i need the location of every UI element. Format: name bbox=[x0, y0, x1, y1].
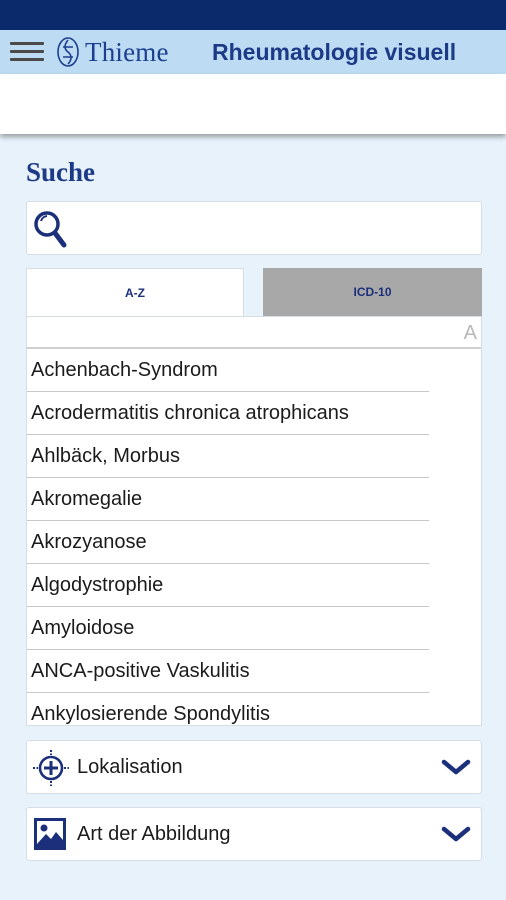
menu-icon[interactable] bbox=[10, 42, 44, 62]
list-item[interactable]: Akromegalie bbox=[27, 478, 429, 521]
abbildung-dropdown[interactable]: Art der Abbildung bbox=[26, 807, 482, 861]
tab-icd-10[interactable]: ICD-10 bbox=[263, 268, 482, 316]
list-item[interactable]: Amyloidose bbox=[27, 607, 429, 650]
thieme-emblem-icon bbox=[57, 37, 79, 67]
crosshair-icon bbox=[33, 750, 69, 786]
list-item[interactable]: Achenbach-Syndrom bbox=[27, 349, 429, 392]
status-bar bbox=[0, 0, 506, 30]
app-title: Rheumatologie visuell bbox=[212, 39, 457, 65]
abbildung-label: Art der Abbildung bbox=[77, 823, 231, 845]
app-bar: Thieme Rheumatologie visuell bbox=[0, 30, 506, 74]
list-item[interactable]: Ankylosierende Spondylitis bbox=[27, 693, 429, 725]
list-item[interactable]: Ahlbäck, Morbus bbox=[27, 435, 429, 478]
list-item[interactable]: Acrodermatitis chronica atrophicans bbox=[27, 392, 429, 435]
list-item[interactable]: Algodystrophie bbox=[27, 564, 429, 607]
tab-a-z[interactable]: A-Z bbox=[26, 268, 244, 316]
list-item[interactable]: ANCA-positive Vaskulitis bbox=[27, 650, 429, 693]
thieme-logo: Thieme bbox=[55, 34, 169, 70]
search-heading: Suche bbox=[26, 157, 96, 187]
current-letter: A bbox=[463, 322, 477, 344]
diagnosis-list[interactable]: A Achenbach-Syndrom Acrodermatitis chron… bbox=[26, 316, 482, 726]
search-input[interactable] bbox=[77, 210, 472, 246]
brand-name: Thieme bbox=[85, 36, 169, 67]
search-icon bbox=[34, 211, 67, 248]
chevron-down-icon bbox=[441, 759, 471, 775]
image-icon bbox=[34, 818, 66, 850]
lokalisation-label: Lokalisation bbox=[77, 756, 183, 778]
list-item[interactable]: Akrozyanose bbox=[27, 521, 429, 564]
lokalisation-dropdown[interactable]: Lokalisation bbox=[26, 740, 482, 794]
toolbar-area bbox=[0, 74, 506, 134]
chevron-down-icon bbox=[441, 826, 471, 842]
search-field[interactable] bbox=[26, 201, 482, 255]
letter-index-bar: A bbox=[27, 317, 481, 349]
